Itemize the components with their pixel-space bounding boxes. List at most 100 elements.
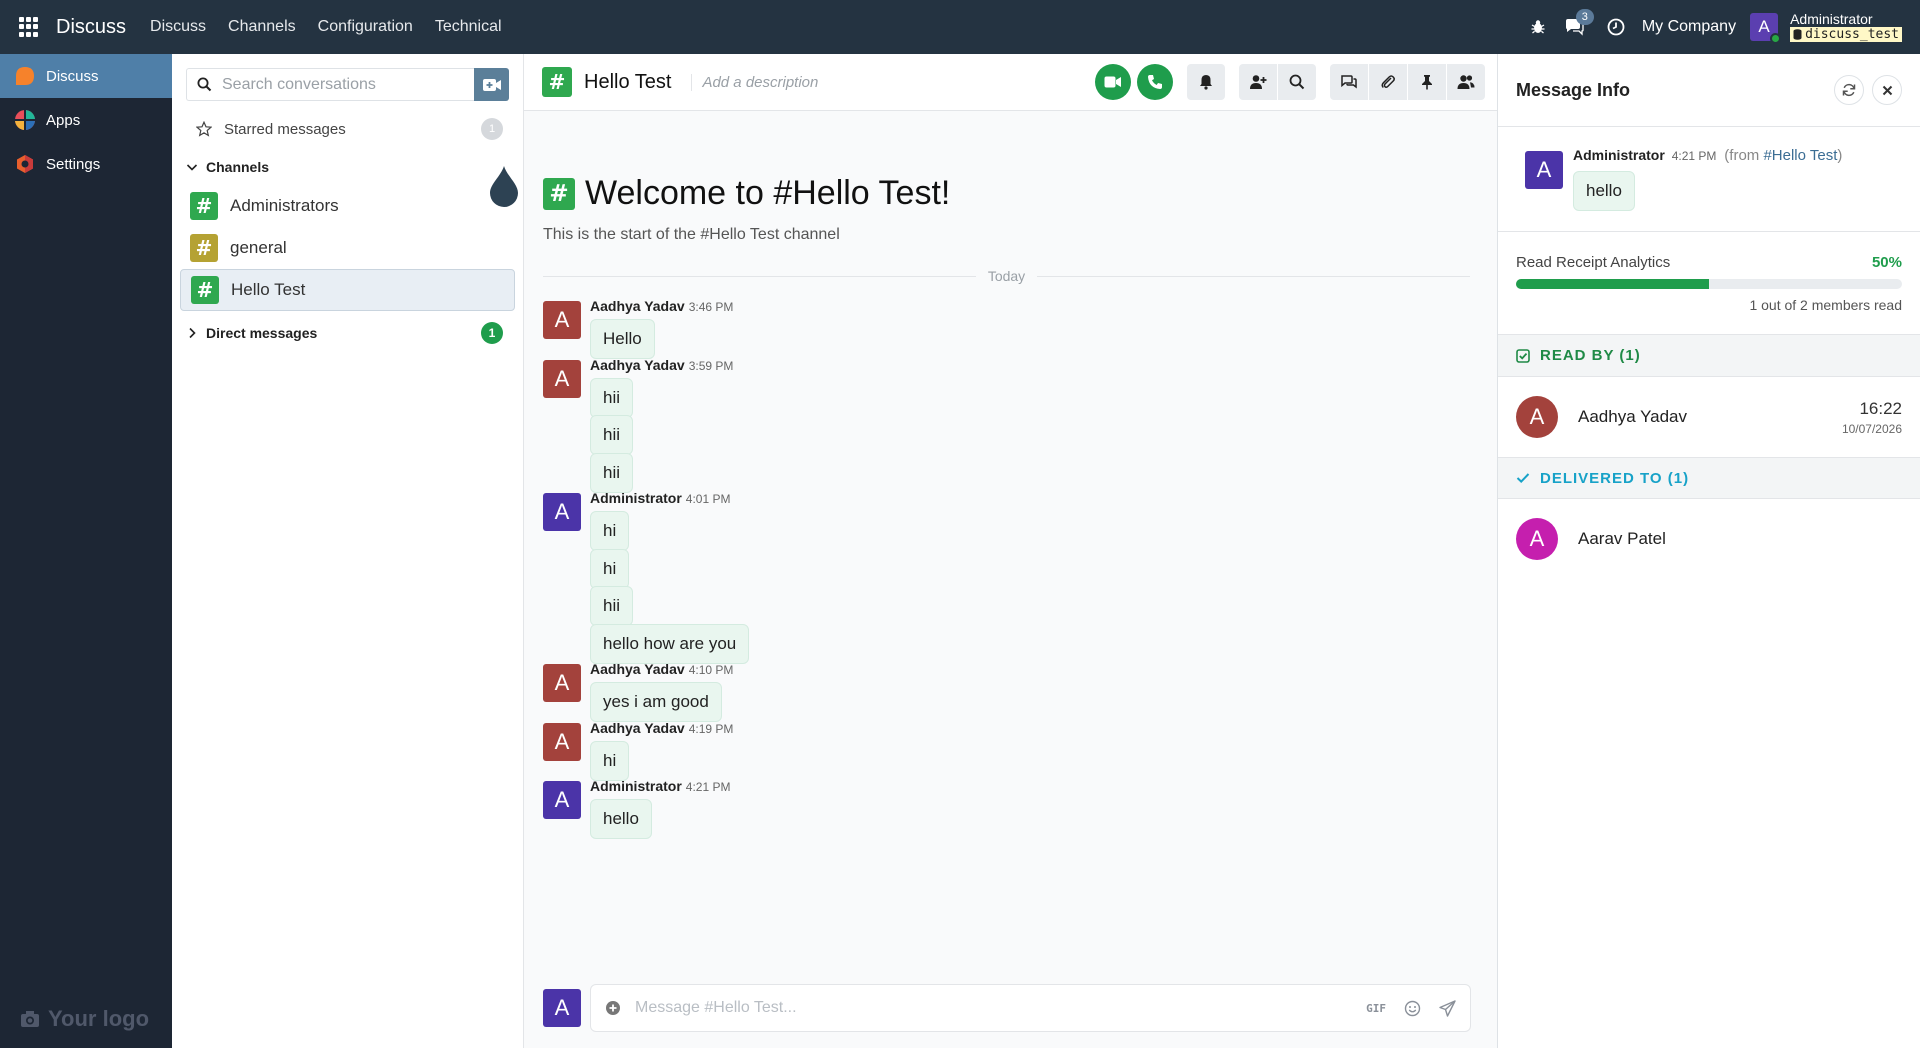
- menu-channels[interactable]: Channels: [228, 18, 296, 36]
- channel-hello-test[interactable]: # Hello Test: [180, 269, 515, 311]
- direct-messages-header[interactable]: Direct messages 1: [172, 317, 523, 349]
- gif-button[interactable]: GIF: [1366, 1002, 1386, 1015]
- message-author[interactable]: Administrator: [590, 490, 682, 506]
- chat-icon[interactable]: 3: [1564, 9, 1594, 37]
- info-title: Message Info: [1516, 79, 1631, 100]
- message-bubble[interactable]: hi: [590, 548, 630, 589]
- message-time: 3:46 PM: [688, 300, 734, 314]
- app-item-label: Discuss: [46, 67, 99, 85]
- search-box[interactable]: [186, 68, 474, 101]
- app-grid-icon[interactable]: [19, 17, 39, 37]
- author-avatar[interactable]: A: [543, 664, 581, 702]
- refresh-button[interactable]: [1834, 75, 1864, 105]
- thread-title[interactable]: Hello Test: [584, 71, 671, 94]
- search-icon: [1289, 74, 1305, 90]
- message-bubble[interactable]: hello: [590, 799, 652, 839]
- camera-icon: [21, 1011, 39, 1027]
- read-progress-fill: [1516, 279, 1709, 289]
- info-message-author: Administrator: [1573, 147, 1665, 163]
- message-bubble[interactable]: hii: [590, 377, 634, 418]
- message-time: 4:10 PM: [688, 663, 734, 677]
- app-item-apps[interactable]: Apps: [0, 98, 172, 142]
- user-plus-icon: [1250, 75, 1267, 89]
- author-avatar[interactable]: A: [543, 493, 581, 531]
- message-bubble[interactable]: yes i am good: [590, 682, 722, 722]
- author-avatar: A: [1525, 151, 1563, 189]
- close-button[interactable]: [1872, 75, 1902, 105]
- add-users-button[interactable]: [1239, 64, 1277, 100]
- channel-name: Administrators: [230, 196, 339, 215]
- day-separator-label: Today: [987, 268, 1026, 284]
- user-avatar[interactable]: A: [1750, 13, 1782, 44]
- menu-technical[interactable]: Technical: [435, 18, 502, 36]
- message-bubble[interactable]: hi: [590, 511, 630, 551]
- send-icon[interactable]: [1439, 999, 1456, 1017]
- search-input[interactable]: [222, 75, 472, 94]
- message-info-panel: Message Info A Administrator 4:21 PM (fr…: [1497, 54, 1920, 1048]
- from-channel-link[interactable]: #Hello Test: [1763, 147, 1837, 164]
- author-avatar[interactable]: A: [543, 781, 581, 819]
- database-icon: [1793, 29, 1802, 40]
- user-name: Administrator: [1790, 11, 1873, 27]
- message-bubble[interactable]: hi: [590, 740, 630, 781]
- members-button[interactable]: [1447, 64, 1485, 100]
- bug-icon[interactable]: [1528, 17, 1548, 37]
- direct-messages-label: Direct messages: [206, 325, 318, 341]
- avatar-initial: A: [554, 670, 570, 695]
- app-name[interactable]: Discuss: [56, 16, 126, 39]
- company-logo: Your logo: [20, 1006, 149, 1032]
- message-time: 4:01 PM: [685, 492, 731, 506]
- info-message-time: 4:21 PM: [1671, 149, 1717, 163]
- search-messages-button[interactable]: [1278, 64, 1316, 100]
- threads-button[interactable]: [1330, 64, 1368, 100]
- read-progress-bar: [1516, 279, 1902, 289]
- starred-messages[interactable]: Starred messages 1: [172, 107, 523, 151]
- app-item-discuss[interactable]: Discuss: [0, 54, 172, 98]
- thread-description[interactable]: Add a description: [691, 73, 818, 91]
- channels-header[interactable]: Channels: [172, 151, 523, 183]
- clock-icon[interactable]: [1606, 17, 1626, 37]
- message-author[interactable]: Aadhya Yadav: [590, 298, 685, 314]
- message-bubble[interactable]: hii: [590, 586, 634, 626]
- message-author[interactable]: Aadhya Yadav: [590, 357, 685, 373]
- start-meeting-button[interactable]: [474, 68, 509, 101]
- member-avatar: A: [1516, 518, 1558, 560]
- author-avatar[interactable]: A: [543, 301, 581, 339]
- author-avatar[interactable]: A: [543, 359, 581, 398]
- voice-call-button[interactable]: [1137, 64, 1173, 100]
- message-bubble[interactable]: hii: [590, 415, 634, 455]
- app-item-settings[interactable]: Settings: [0, 142, 172, 186]
- message-bubble[interactable]: hello how are you: [590, 623, 750, 664]
- menu-discuss[interactable]: Discuss: [150, 18, 206, 36]
- user-menu[interactable]: Administrator discuss_test: [1790, 12, 1902, 42]
- direct-messages-count-badge: 1: [481, 322, 503, 344]
- message-author[interactable]: Aadhya Yadav: [590, 661, 685, 677]
- message-bubble[interactable]: hii: [590, 452, 634, 493]
- drop-cursor-icon: [490, 166, 518, 207]
- thread-header: # Hello Test Add a description: [524, 54, 1497, 111]
- notification-button[interactable]: [1187, 64, 1225, 100]
- hash-icon: #: [191, 276, 219, 304]
- menu-configuration[interactable]: Configuration: [318, 18, 413, 36]
- video-call-button[interactable]: [1095, 64, 1131, 100]
- message-input[interactable]: [635, 999, 1349, 1017]
- channel-administrators[interactable]: # Administrators: [180, 185, 515, 227]
- company-switcher[interactable]: My Company: [1642, 18, 1736, 36]
- message-bubble[interactable]: Hello: [590, 319, 655, 359]
- composer-box: GIF: [590, 984, 1471, 1032]
- user-initial: A: [1758, 17, 1770, 36]
- from-suffix: ): [1837, 147, 1843, 164]
- info-message: A Administrator 4:21 PM (from #Hello Tes…: [1498, 127, 1920, 232]
- avatar-initial: A: [554, 307, 570, 332]
- attachments-button[interactable]: [1369, 64, 1407, 100]
- pinned-messages-button[interactable]: [1408, 64, 1446, 100]
- chevron-down-icon: [186, 161, 200, 173]
- channel-general[interactable]: # general: [180, 227, 515, 269]
- message-author[interactable]: Aadhya Yadav: [590, 720, 685, 736]
- author-avatar[interactable]: A: [543, 722, 581, 761]
- info-header: Message Info: [1498, 54, 1920, 127]
- add-attachment-icon[interactable]: [605, 1000, 621, 1016]
- message-author[interactable]: Administrator: [590, 778, 682, 794]
- avatar-initial: A: [554, 995, 570, 1020]
- emoji-icon[interactable]: [1404, 1000, 1421, 1017]
